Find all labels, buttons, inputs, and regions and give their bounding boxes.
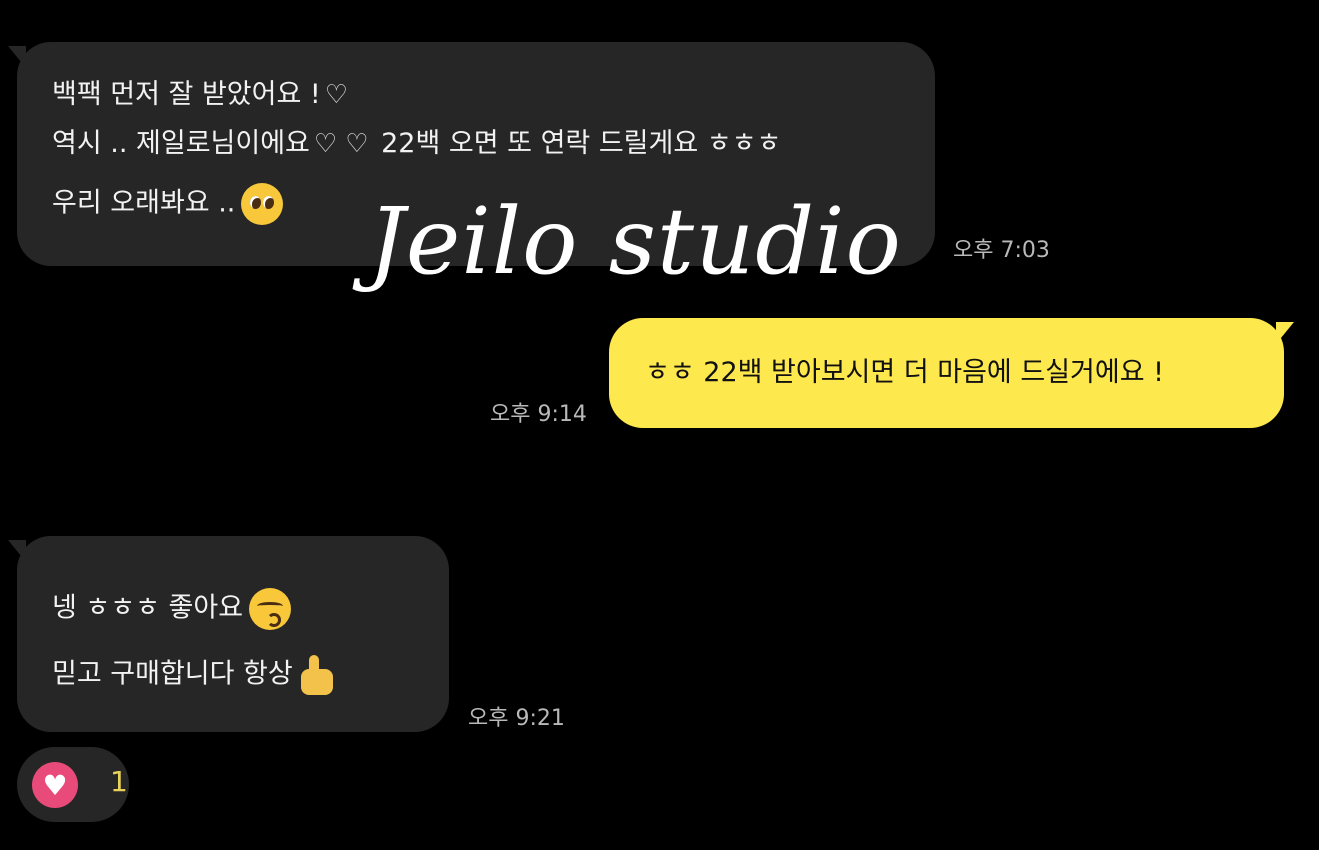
message-text: ㅎㅎ 22백 받아보시면 더 마음에 드실거에요 ! xyxy=(645,357,1164,388)
heart-icon: ♥ xyxy=(32,762,78,808)
message-text: 우리 오래봐요 .. xyxy=(52,183,284,225)
message-text: 넹 ㅎㅎㅎ 좋아요 xyxy=(52,588,292,630)
heart-icon: ♡ xyxy=(345,129,369,159)
bubble-tail xyxy=(8,46,26,68)
message-timestamp: 오후 7:03 xyxy=(953,238,1050,263)
reaction-badge[interactable]: ♥ 1 xyxy=(17,747,129,822)
message-timestamp: 오후 9:21 xyxy=(468,706,565,731)
heart-icon: ♡ xyxy=(313,129,338,159)
pleading-face-icon xyxy=(241,183,284,225)
thumbs-up-icon xyxy=(299,653,339,697)
watermark: Jeilo studio xyxy=(368,188,902,295)
message-timestamp: 오후 9:14 xyxy=(490,402,587,427)
bubble-tail xyxy=(1276,322,1294,344)
message-bubble-incoming[interactable] xyxy=(17,536,449,732)
kissing-face-icon xyxy=(249,588,292,630)
message-text: 믿고 구매합니다 항상 xyxy=(52,653,339,697)
heart-icon: ♡ xyxy=(324,80,349,110)
reaction-count: 1 xyxy=(110,765,128,798)
bubble-tail xyxy=(8,540,26,562)
message-text: 백팩 먼저 잘 받았어요 ! ♡ xyxy=(52,79,349,110)
message-text: 역시 .. 제일로님이에요 ♡ ♡ 22백 오면 또 연락 드릴게요 ㅎㅎㅎ xyxy=(52,128,782,159)
